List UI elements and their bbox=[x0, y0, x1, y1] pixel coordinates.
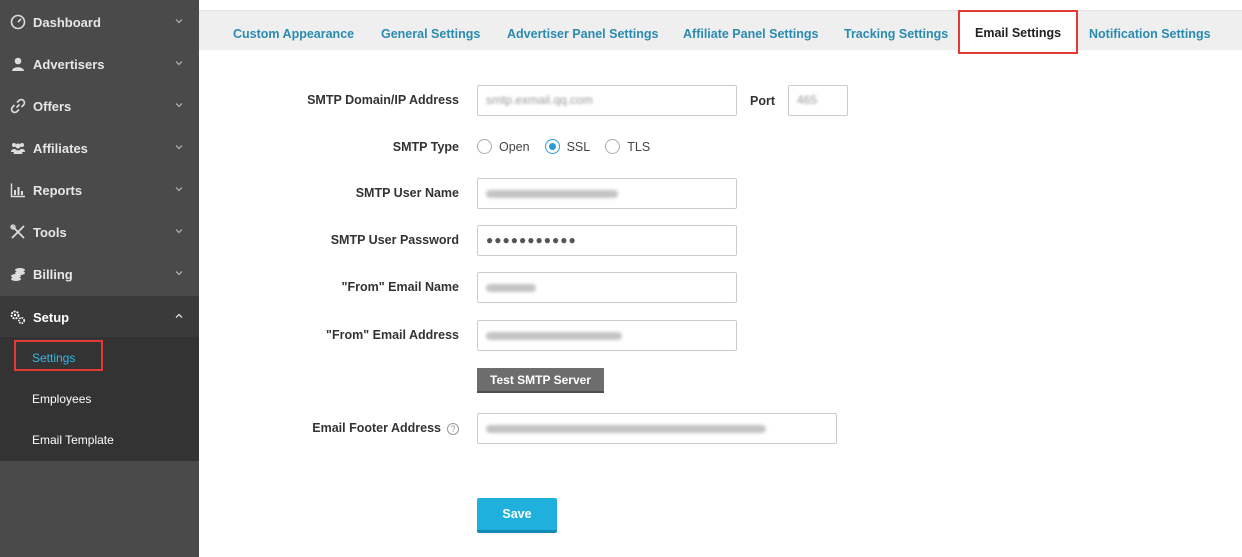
nav-setup[interactable]: Setup bbox=[0, 296, 199, 338]
nav-offers-label: Offers bbox=[33, 98, 72, 114]
smtp-domain-input[interactable]: smtp.exmail.qq.com bbox=[477, 85, 737, 116]
chevron-down-icon bbox=[175, 103, 183, 108]
from-name-input[interactable] bbox=[477, 272, 737, 303]
nav-tools-label: Tools bbox=[33, 224, 67, 240]
tab-advertiser-panel-settings[interactable]: Advertiser Panel Settings bbox=[507, 11, 658, 51]
nav-offers[interactable]: Offers bbox=[0, 85, 199, 127]
radio-tls[interactable] bbox=[605, 139, 621, 154]
redacted-user-name bbox=[486, 190, 618, 198]
footer-address-label-text: Email Footer Address bbox=[312, 421, 441, 435]
footer-address-input[interactable] bbox=[477, 413, 837, 444]
radio-open-label: Open bbox=[499, 139, 530, 154]
smtp-type-label: SMTP Type bbox=[392, 140, 459, 154]
radio-open[interactable] bbox=[477, 139, 492, 154]
chevron-down-icon bbox=[175, 61, 183, 66]
chevron-down-icon bbox=[175, 187, 183, 192]
radio-tls-label: TLS bbox=[627, 139, 651, 154]
tab-notification-settings[interactable]: Notification Settings bbox=[1089, 11, 1211, 51]
save-button[interactable]: Save bbox=[477, 498, 557, 533]
nav-dashboard[interactable]: Dashboard bbox=[0, 1, 199, 43]
from-address-input[interactable] bbox=[477, 320, 737, 351]
settings-tabbar: Custom Appearance General Settings Adver… bbox=[199, 10, 1242, 54]
radio-ssl[interactable] bbox=[544, 139, 560, 154]
chevron-down-icon bbox=[175, 145, 183, 150]
settings-highlight-box bbox=[14, 340, 103, 371]
redacted-footer-address bbox=[486, 425, 766, 433]
tools-icon bbox=[10, 224, 26, 240]
footer-address-label: Email Footer Address? bbox=[199, 421, 459, 435]
smtp-domain-value: smtp.exmail.qq.com bbox=[486, 93, 593, 107]
chevron-down-icon bbox=[175, 271, 183, 276]
chevron-up-icon bbox=[175, 313, 183, 318]
nav-reports[interactable]: Reports bbox=[0, 169, 199, 211]
port-label: Port bbox=[750, 94, 775, 108]
tab-affiliate-panel-settings[interactable]: Affiliate Panel Settings bbox=[683, 11, 818, 51]
sub-item-email-template[interactable]: Email Template bbox=[32, 433, 114, 447]
users-icon bbox=[10, 140, 26, 156]
tab-general-settings[interactable]: General Settings bbox=[381, 11, 480, 51]
from-address-label: "From" Email Address bbox=[326, 328, 459, 342]
link-icon bbox=[10, 98, 26, 114]
tab-custom-appearance[interactable]: Custom Appearance bbox=[233, 11, 354, 51]
smtp-password-value: ●●●●●●●●●●● bbox=[486, 233, 577, 247]
coins-icon bbox=[10, 266, 26, 282]
chevron-down-icon bbox=[175, 19, 183, 24]
dashboard-icon bbox=[10, 14, 26, 30]
smtp-domain-label: SMTP Domain/IP Address bbox=[307, 93, 459, 107]
nav-billing-label: Billing bbox=[33, 266, 73, 282]
chevron-down-icon bbox=[175, 229, 183, 234]
gears-icon bbox=[10, 309, 26, 325]
nav-billing[interactable]: Billing bbox=[0, 253, 199, 295]
nav-dashboard-label: Dashboard bbox=[33, 14, 101, 30]
redacted-from-name bbox=[486, 284, 536, 292]
nav-setup-label: Setup bbox=[33, 309, 70, 325]
smtp-user-name-label: SMTP User Name bbox=[355, 186, 459, 200]
nav-affiliates[interactable]: Affiliates bbox=[0, 127, 199, 169]
sidebar: Dashboard Advertisers Offers Affiliates … bbox=[0, 0, 199, 557]
test-smtp-button[interactable]: Test SMTP Server bbox=[477, 368, 604, 393]
bar-chart-icon bbox=[10, 182, 26, 198]
smtp-password-input[interactable]: ●●●●●●●●●●● bbox=[477, 225, 737, 256]
tab-email-settings[interactable]: Email Settings bbox=[958, 10, 1079, 54]
nav-reports-label: Reports bbox=[33, 182, 83, 198]
smtp-type-radio-group: Open SSL TLS bbox=[477, 139, 665, 154]
radio-ssl-label: SSL bbox=[566, 139, 591, 154]
user-icon bbox=[10, 56, 26, 72]
nav-advertisers[interactable]: Advertisers bbox=[0, 43, 199, 85]
sub-item-employees[interactable]: Employees bbox=[32, 392, 91, 406]
smtp-password-label: SMTP User Password bbox=[330, 233, 459, 247]
nav-affiliates-label: Affiliates bbox=[33, 140, 88, 156]
nav-tools[interactable]: Tools bbox=[0, 211, 199, 253]
port-value: 465 bbox=[797, 93, 818, 107]
from-name-label: "From" Email Name bbox=[341, 280, 459, 294]
port-input[interactable]: 465 bbox=[788, 85, 848, 116]
redacted-from-address bbox=[486, 332, 622, 340]
smtp-user-name-input[interactable] bbox=[477, 178, 737, 209]
tab-tracking-settings[interactable]: Tracking Settings bbox=[844, 11, 948, 51]
nav-advertisers-label: Advertisers bbox=[33, 56, 105, 72]
help-icon[interactable]: ? bbox=[447, 422, 459, 435]
